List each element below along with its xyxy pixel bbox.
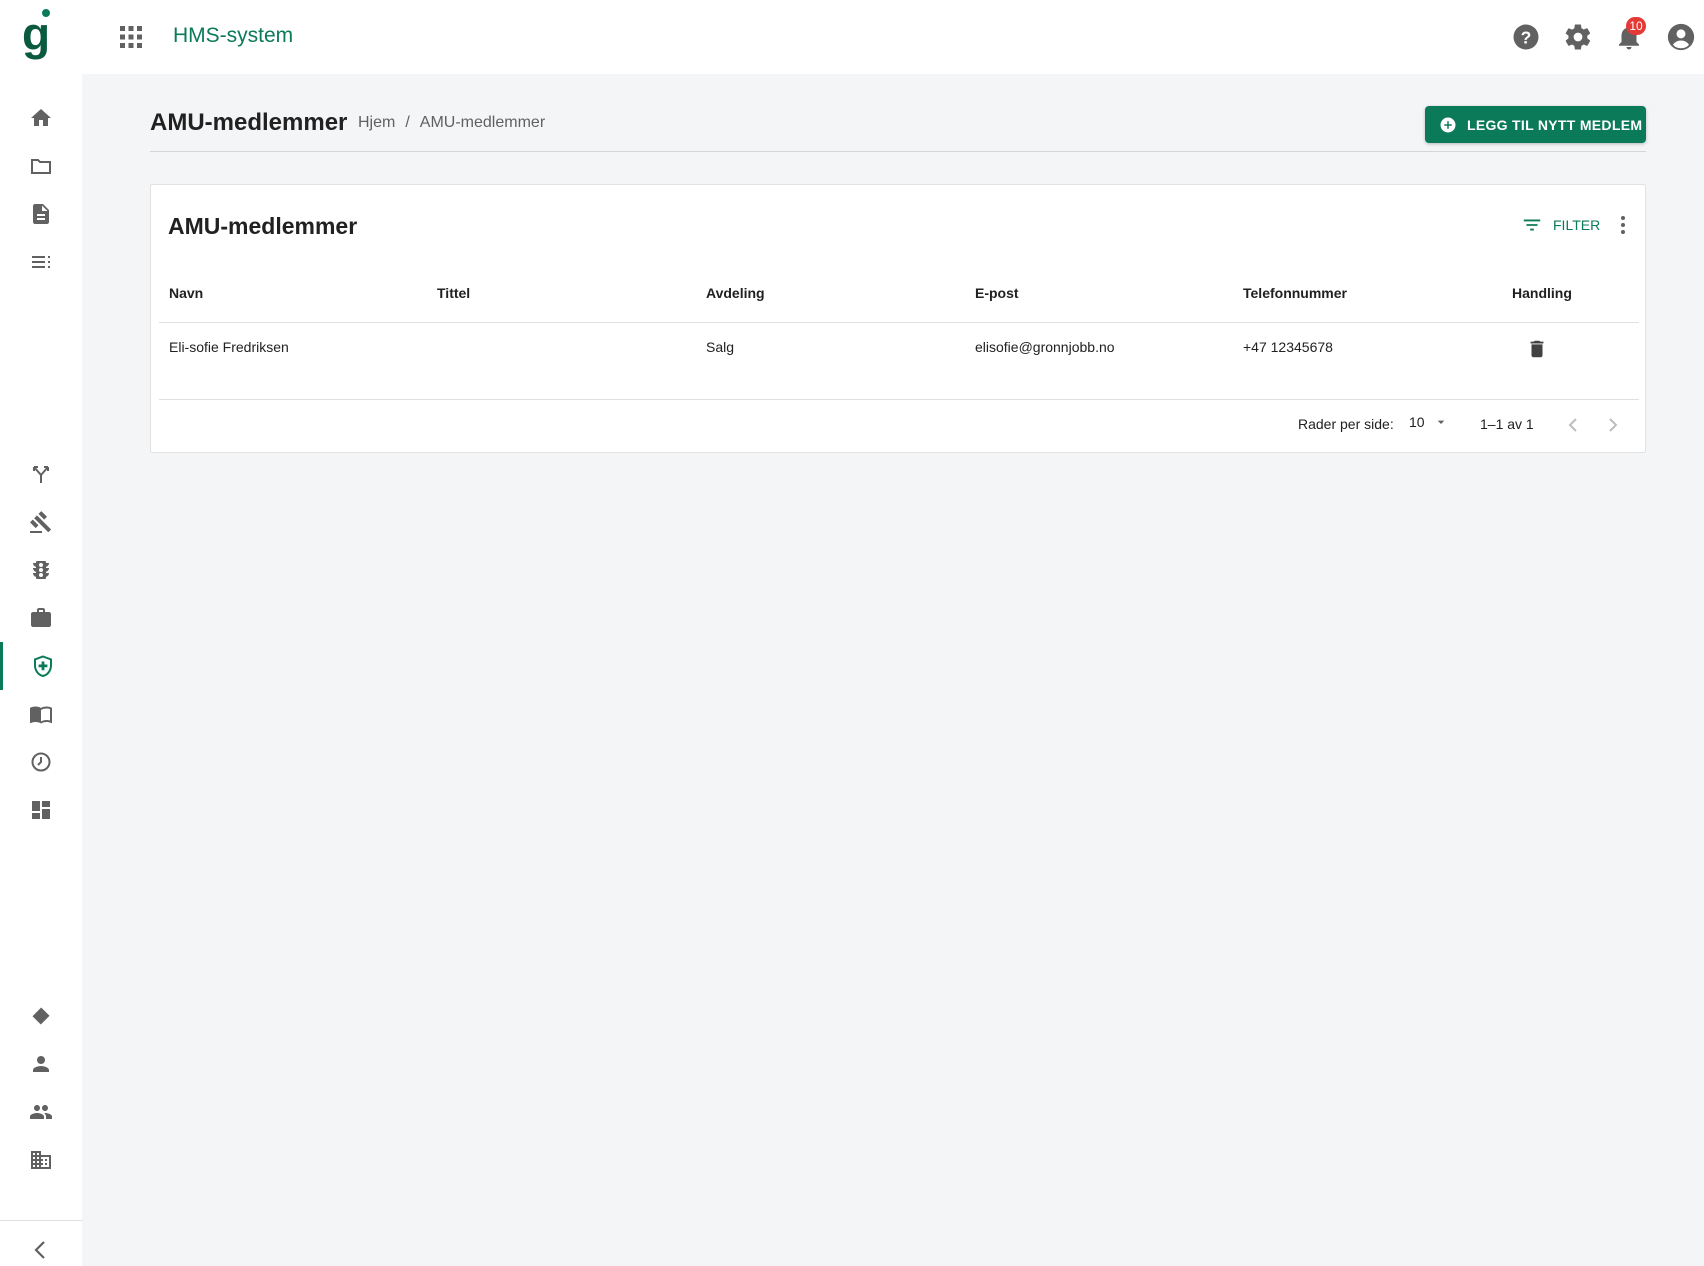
nav-fork[interactable] — [0, 450, 82, 498]
breadcrumb-separator: / — [405, 114, 410, 131]
nav-health-safety[interactable] — [0, 642, 82, 690]
account-icon[interactable] — [1666, 22, 1696, 52]
page-title: AMU-medlemmer — [150, 109, 348, 136]
nav-home[interactable] — [0, 94, 82, 142]
breadcrumb-home-link[interactable]: Hjem — [358, 114, 395, 132]
add-new-member-label: LEGG TIL NYTT MEDLEM — [1467, 116, 1643, 133]
rows-per-page-label: Rader per side: — [1298, 416, 1394, 432]
app-title[interactable]: HMS-system — [173, 24, 293, 48]
nav-group[interactable] — [0, 1088, 82, 1136]
members-card: AMU-medlemmer FILTER Navn Tittel Avdelin… — [150, 184, 1646, 453]
nav-timer[interactable] — [0, 738, 82, 786]
rows-per-page-select[interactable]: 10 — [1409, 414, 1449, 430]
briefcase-icon — [31, 608, 51, 627]
apps-icon[interactable] — [118, 24, 144, 50]
table-footer-divider — [159, 399, 1639, 400]
manual-book-icon — [30, 706, 52, 724]
rows-per-page-value: 10 — [1409, 414, 1425, 430]
gavel-icon — [30, 511, 52, 533]
add-new-member-button[interactable]: LEGG TIL NYTT MEDLEM — [1425, 106, 1646, 143]
nav-building[interactable] — [0, 1136, 82, 1184]
filter-button[interactable]: FILTER — [1521, 212, 1600, 238]
timer-icon — [31, 752, 51, 772]
svg-text:?: ? — [1521, 27, 1532, 47]
nav-traffic-light[interactable] — [0, 546, 82, 594]
cell-name: Eli-sofie Fredriksen — [169, 339, 289, 355]
column-header-name[interactable]: Navn — [169, 285, 203, 301]
column-header-title[interactable]: Tittel — [437, 285, 470, 301]
settings-icon[interactable] — [1563, 22, 1593, 52]
help-icon[interactable]: ? — [1511, 22, 1541, 52]
cell-phone: +47 12345678 — [1243, 339, 1333, 355]
add-circle-icon — [1440, 117, 1456, 132]
nav-documents[interactable] — [0, 190, 82, 238]
nav-person[interactable] — [0, 1040, 82, 1088]
nav-manual[interactable] — [0, 690, 82, 738]
dropdown-arrow-icon — [1437, 420, 1444, 424]
handshake-icon — [32, 1007, 50, 1025]
traffic-light-icon — [33, 561, 49, 579]
side-navigation — [0, 74, 82, 1266]
delete-icon[interactable] — [1526, 337, 1548, 361]
nav-checklist[interactable] — [0, 238, 82, 286]
svg-text:g: g — [22, 8, 50, 60]
column-header-action: Handling — [1512, 285, 1572, 301]
nav-briefcase[interactable] — [0, 594, 82, 642]
nav-folder[interactable] — [0, 142, 82, 190]
cell-email: elisofie@gronnjobb.no — [975, 339, 1115, 355]
checklist-icon — [32, 256, 50, 268]
card-title: AMU-medlemmer — [168, 213, 358, 239]
column-header-phone[interactable]: Telefonnummer — [1243, 285, 1347, 301]
cell-department: Salg — [706, 339, 735, 355]
breadcrumb-current: AMU-medlemmer — [419, 114, 546, 131]
top-bar: g HMS-system ? 10 — [0, 0, 1704, 74]
next-page-icon[interactable] — [1601, 413, 1625, 437]
folder-icon — [31, 159, 51, 174]
nav-gavel[interactable] — [0, 498, 82, 546]
breadcrumb: Hjem / AMU-medlemmer — [358, 114, 545, 132]
dashboard-icon — [32, 801, 50, 819]
pagination-range: 1–1 av 1 — [1480, 416, 1534, 432]
more-options-icon[interactable] — [1611, 212, 1635, 238]
fork-icon — [33, 466, 49, 483]
filter-icon — [1523, 219, 1541, 231]
column-header-department[interactable]: Avdeling — [706, 285, 765, 301]
notification-count-badge: 10 — [1626, 17, 1646, 35]
home-icon — [31, 109, 51, 126]
header-divider — [150, 151, 1646, 152]
nav-divider — [0, 1220, 82, 1221]
nav-handshake[interactable] — [0, 992, 82, 1040]
health-shield-icon — [33, 655, 52, 678]
brand-logo[interactable]: g — [20, 8, 62, 66]
building-icon — [31, 1151, 51, 1169]
document-icon — [33, 204, 49, 224]
filter-label: FILTER — [1553, 217, 1601, 233]
collapse-nav-button[interactable] — [0, 1226, 82, 1266]
column-header-email[interactable]: E-post — [975, 285, 1019, 301]
nav-dashboard[interactable] — [0, 786, 82, 834]
group-icon — [30, 1105, 52, 1119]
collapse-chevron-icon — [34, 1241, 45, 1259]
person-icon — [33, 1056, 49, 1072]
previous-page-icon[interactable] — [1561, 413, 1585, 437]
table-header-divider — [159, 322, 1639, 323]
